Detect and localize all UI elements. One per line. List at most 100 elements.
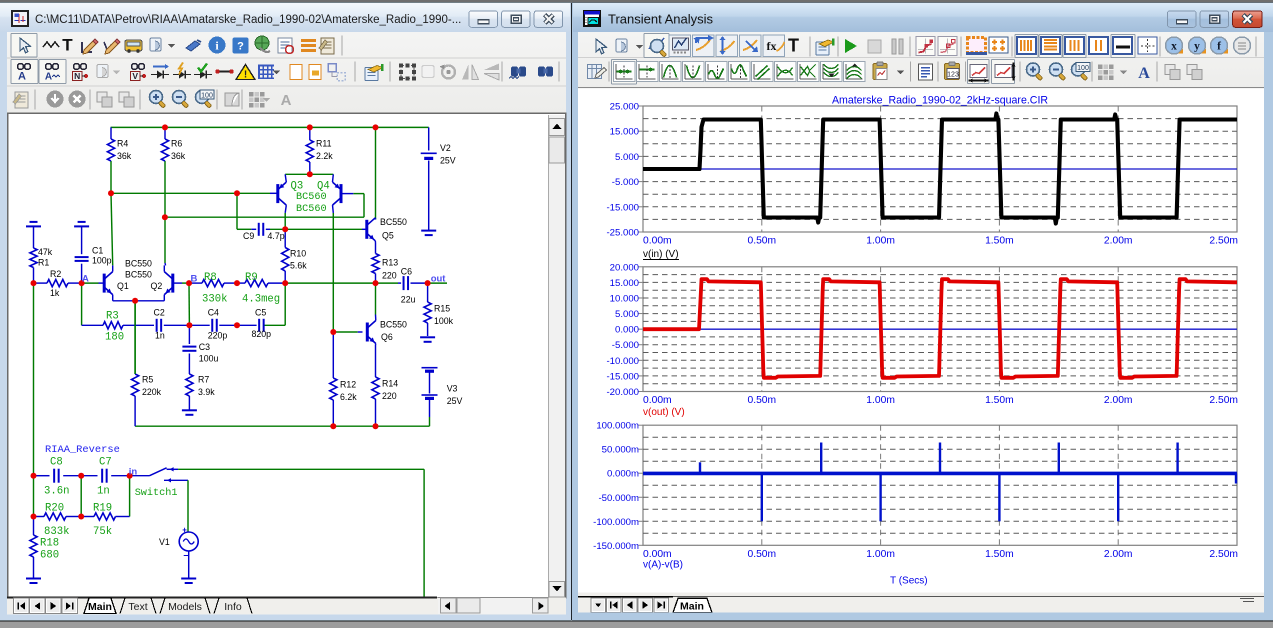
svg-text:C7: C7 xyxy=(99,457,112,469)
svg-text:10.000: 10.000 xyxy=(610,293,639,304)
svg-text:Main: Main xyxy=(680,601,704,613)
svg-text:1.00m: 1.00m xyxy=(866,395,895,406)
svg-text:C:\MC11\DATA\Petrov\RIAA\Amata: C:\MC11\DATA\Petrov\RIAA\Amatarske_Radio… xyxy=(35,14,461,26)
svg-text:V1: V1 xyxy=(159,537,170,547)
svg-text:0.50m: 0.50m xyxy=(747,236,776,247)
svg-text:15.000: 15.000 xyxy=(610,278,639,289)
svg-text:in: in xyxy=(129,466,138,477)
svg-text:4.7p: 4.7p xyxy=(268,231,285,241)
svg-text:0.50m: 0.50m xyxy=(747,549,776,560)
svg-text:v(A)-v(B): v(A)-v(B) xyxy=(643,560,683,571)
svg-text:-100.000m: -100.000m xyxy=(593,517,639,528)
svg-text:2.2k: 2.2k xyxy=(316,151,333,161)
svg-text:C3: C3 xyxy=(199,342,210,352)
svg-text:25V: 25V xyxy=(440,156,456,166)
svg-text:R20: R20 xyxy=(45,503,64,515)
svg-text:47k: 47k xyxy=(38,247,53,257)
svg-text:Q1: Q1 xyxy=(117,281,129,291)
svg-text:−: − xyxy=(183,551,188,561)
svg-text:0.50m: 0.50m xyxy=(747,395,776,406)
svg-text:BC550: BC550 xyxy=(125,259,152,269)
svg-text:1.50m: 1.50m xyxy=(985,395,1014,406)
svg-text:2.50m: 2.50m xyxy=(1209,395,1238,406)
svg-text:A: A xyxy=(281,92,292,109)
svg-text:Main: Main xyxy=(88,601,112,613)
svg-text:R2: R2 xyxy=(50,269,61,279)
svg-text:2.00m: 2.00m xyxy=(1104,549,1133,560)
svg-text:50.000m: 50.000m xyxy=(602,445,639,456)
svg-text:2.00m: 2.00m xyxy=(1104,236,1133,247)
svg-text:R5: R5 xyxy=(142,375,153,385)
svg-text:v(out) (V): v(out) (V) xyxy=(643,407,685,418)
svg-text:V: V xyxy=(132,71,138,81)
svg-text:C8: C8 xyxy=(50,457,63,469)
svg-text:T: T xyxy=(62,36,73,55)
svg-text:fx: fx xyxy=(767,39,777,53)
svg-text:R19: R19 xyxy=(93,503,112,515)
svg-text:100: 100 xyxy=(1077,65,1089,72)
svg-text:-15.000: -15.000 xyxy=(606,371,639,382)
svg-text:Q4: Q4 xyxy=(317,181,330,193)
svg-text:1n: 1n xyxy=(155,331,165,341)
svg-text:C2: C2 xyxy=(154,308,165,318)
svg-text:V3: V3 xyxy=(447,384,458,394)
svg-text:1n: 1n xyxy=(97,486,110,498)
svg-text:Amaterske_Radio_1990-02_2kHz-s: Amaterske_Radio_1990-02_2kHz-square.CIR xyxy=(832,95,1048,107)
svg-text:A: A xyxy=(1138,65,1150,82)
svg-text:0.00m: 0.00m xyxy=(643,236,672,247)
svg-text:-25.000: -25.000 xyxy=(606,228,639,239)
svg-text:R13: R13 xyxy=(382,258,398,268)
svg-text:Models: Models xyxy=(168,601,202,613)
svg-text:3.6n: 3.6n xyxy=(44,486,69,498)
svg-text:15.000: 15.000 xyxy=(610,127,639,138)
svg-text:Q6: Q6 xyxy=(381,332,393,342)
svg-text:BC560: BC560 xyxy=(296,204,327,215)
svg-text:RIAA_Reverse: RIAA_Reverse xyxy=(45,444,120,456)
svg-text:330k: 330k xyxy=(202,294,227,306)
svg-text:1.00m: 1.00m xyxy=(866,549,895,560)
svg-text:20.000: 20.000 xyxy=(610,262,639,273)
svg-text:22u: 22u xyxy=(401,295,416,305)
svg-text:T (Secs): T (Secs) xyxy=(890,576,928,587)
svg-text:R11: R11 xyxy=(316,139,332,149)
svg-text:0.00m: 0.00m xyxy=(643,549,672,560)
svg-text:R6: R6 xyxy=(171,139,182,149)
svg-text:5.6k: 5.6k xyxy=(290,261,307,271)
svg-text:-20.000: -20.000 xyxy=(606,387,639,398)
svg-text:100p: 100p xyxy=(92,256,112,266)
svg-text:R3: R3 xyxy=(106,311,119,323)
svg-text:C4: C4 xyxy=(208,308,219,318)
svg-text:out: out xyxy=(431,273,447,284)
svg-text:BC550: BC550 xyxy=(125,270,152,280)
svg-text:T: T xyxy=(788,36,799,56)
svg-text:BC550: BC550 xyxy=(380,217,407,227)
svg-text:R15: R15 xyxy=(434,304,450,314)
svg-text:2.50m: 2.50m xyxy=(1209,236,1238,247)
svg-text:1.50m: 1.50m xyxy=(985,236,1014,247)
svg-text:A: A xyxy=(18,71,26,83)
svg-text:1.00m: 1.00m xyxy=(866,236,895,247)
svg-text:C5: C5 xyxy=(255,308,266,318)
svg-text:220k: 220k xyxy=(142,387,162,397)
svg-text:-150.000m: -150.000m xyxy=(593,541,639,552)
svg-text:R7: R7 xyxy=(198,375,209,385)
svg-text:820p: 820p xyxy=(252,329,272,339)
svg-text:-10.000: -10.000 xyxy=(606,356,639,367)
svg-text:180: 180 xyxy=(105,332,124,344)
svg-text:-5.000: -5.000 xyxy=(612,340,639,351)
svg-text:123: 123 xyxy=(947,72,959,79)
svg-text:680: 680 xyxy=(40,550,59,562)
svg-text:Text: Text xyxy=(128,601,147,613)
svg-text:B: B xyxy=(191,274,198,285)
svg-text:1.50m: 1.50m xyxy=(985,549,1014,560)
svg-text:A: A xyxy=(82,274,89,285)
svg-text:220: 220 xyxy=(382,271,397,281)
svg-text:5.000: 5.000 xyxy=(615,152,639,163)
svg-text:2.50m: 2.50m xyxy=(1209,549,1238,560)
svg-text:36k: 36k xyxy=(171,151,186,161)
svg-text:220p: 220p xyxy=(208,331,228,341)
svg-text:f: f xyxy=(1217,41,1221,53)
svg-text:Q3: Q3 xyxy=(291,181,304,193)
svg-text:-5.000: -5.000 xyxy=(612,177,639,188)
svg-text:Transient Analysis: Transient Analysis xyxy=(608,12,714,27)
